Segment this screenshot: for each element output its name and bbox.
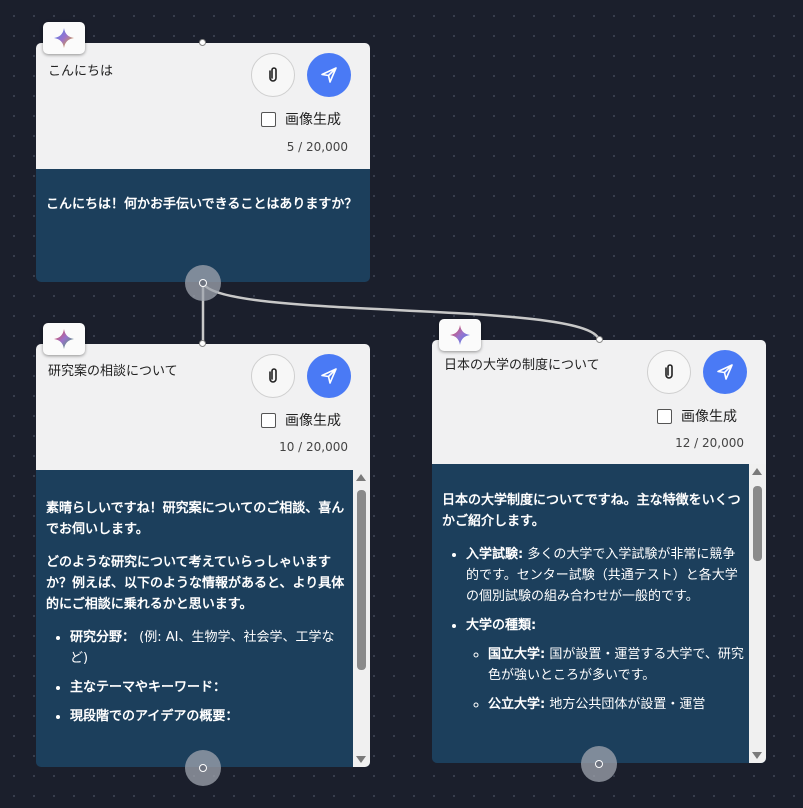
gemini-badge <box>43 323 85 355</box>
list-item: 主なテーマやキーワード： <box>70 677 350 698</box>
input-handle[interactable] <box>596 336 603 343</box>
response-paragraph: どのような研究について考えていらっしゃいますか？例えば、以下のような情報があると… <box>46 555 345 612</box>
send-button[interactable] <box>307 354 351 398</box>
list-item: 大学の種類: 国立大学: 国が設置・運営する大学で、研究色が強いところが多いです… <box>466 615 746 715</box>
image-generation-toggle[interactable]: 画像生成 <box>657 406 737 426</box>
scrollbar[interactable] <box>749 464 766 763</box>
chat-node-greeting[interactable]: こんにちは 画像生成 5 / 20,000 こんにちは！何かお手伝いできることは… <box>36 43 370 282</box>
image-generation-checkbox[interactable] <box>657 408 672 424</box>
image-generation-checkbox[interactable] <box>261 412 276 428</box>
sub-list-item: 国立大学: 国が設置・運営する大学で、研究色が強いところが多いです。 <box>488 644 746 686</box>
scroll-up-icon[interactable] <box>356 474 366 481</box>
paperclip-icon <box>665 364 673 379</box>
paperclip-icon <box>269 67 277 82</box>
list-item: 現段階でのアイデアの概要： <box>70 706 350 727</box>
prompt-text[interactable]: 日本の大学の制度について <box>444 357 614 375</box>
input-area: こんにちは 画像生成 5 / 20,000 <box>36 43 370 169</box>
image-generation-toggle[interactable]: 画像生成 <box>261 410 341 430</box>
image-generation-label: 画像生成 <box>285 112 341 128</box>
output-handle[interactable] <box>185 265 221 301</box>
image-generation-toggle[interactable]: 画像生成 <box>261 109 341 129</box>
output-handle[interactable] <box>581 746 617 782</box>
send-icon <box>321 368 337 384</box>
prompt-text[interactable]: こんにちは <box>48 63 248 81</box>
chat-node-university[interactable]: 日本の大学の制度について 画像生成 12 / 20,000 日本の大学制度につい… <box>432 340 766 763</box>
image-generation-label: 画像生成 <box>285 413 341 429</box>
scroll-thumb[interactable] <box>753 486 762 561</box>
gemini-badge <box>43 22 85 54</box>
attach-button[interactable] <box>251 354 295 398</box>
scroll-thumb[interactable] <box>357 490 366 670</box>
gemini-sparkle-icon <box>54 329 74 349</box>
send-button[interactable] <box>307 53 351 97</box>
list-item: 研究分野： (例: AI、生物学、社会学、工学など) <box>70 627 350 669</box>
chat-node-research[interactable]: 研究案の相談について 画像生成 10 / 20,000 素晴らしいですね！研究案… <box>36 344 370 767</box>
gemini-badge <box>439 319 481 351</box>
attach-button[interactable] <box>647 350 691 394</box>
response-area[interactable]: 日本の大学制度についてですね。主な特徴をいくつかご紹介します。 入学試験: 多く… <box>432 464 766 763</box>
response-paragraph: 日本の大学制度についてですね。主な特徴をいくつかご紹介します。 <box>442 493 741 529</box>
send-icon <box>321 67 337 83</box>
response-list: 入学試験: 多くの大学で入学試験が非常に競争的です。センター試験（共通テスト）と… <box>466 544 746 715</box>
prompt-text[interactable]: 研究案の相談について <box>48 363 248 381</box>
send-button[interactable] <box>703 350 747 394</box>
response-paragraph: 素晴らしいですね！研究案についてのご相談、喜んでお伺いします。 <box>46 501 345 537</box>
response-text: こんにちは！何かお手伝いできることはありますか？ <box>46 197 358 212</box>
gemini-sparkle-icon <box>54 28 74 48</box>
scroll-down-icon[interactable] <box>752 752 762 759</box>
response-area[interactable]: 素晴らしいですね！研究案についてのご相談、喜んでお伺いします。 どのような研究に… <box>36 470 370 767</box>
sub-list-item: 公立大学: 地方公共団体が設置・運営 <box>488 694 746 715</box>
char-count: 10 / 20,000 <box>279 440 348 454</box>
attach-button[interactable] <box>251 53 295 97</box>
input-area: 研究案の相談について 画像生成 10 / 20,000 <box>36 344 370 470</box>
char-count: 5 / 20,000 <box>286 140 348 154</box>
char-count: 12 / 20,000 <box>675 436 744 450</box>
output-handle[interactable] <box>185 750 221 786</box>
sub-list: 国立大学: 国が設置・運営する大学で、研究色が強いところが多いです。 公立大学:… <box>488 644 746 715</box>
image-generation-label: 画像生成 <box>681 409 737 425</box>
input-handle[interactable] <box>199 340 206 347</box>
image-generation-checkbox[interactable] <box>261 111 276 127</box>
response-list: 研究分野： (例: AI、生物学、社会学、工学など) 主なテーマやキーワード： … <box>70 627 350 727</box>
gemini-sparkle-icon <box>450 325 470 345</box>
list-item: 入学試験: 多くの大学で入学試験が非常に競争的です。センター試験（共通テスト）と… <box>466 544 746 607</box>
scroll-down-icon[interactable] <box>356 756 366 763</box>
paperclip-icon <box>269 368 277 383</box>
input-area: 日本の大学の制度について 画像生成 12 / 20,000 <box>432 340 766 464</box>
scroll-up-icon[interactable] <box>752 468 762 475</box>
send-icon <box>717 364 733 380</box>
input-handle[interactable] <box>199 39 206 46</box>
scrollbar[interactable] <box>353 470 370 767</box>
